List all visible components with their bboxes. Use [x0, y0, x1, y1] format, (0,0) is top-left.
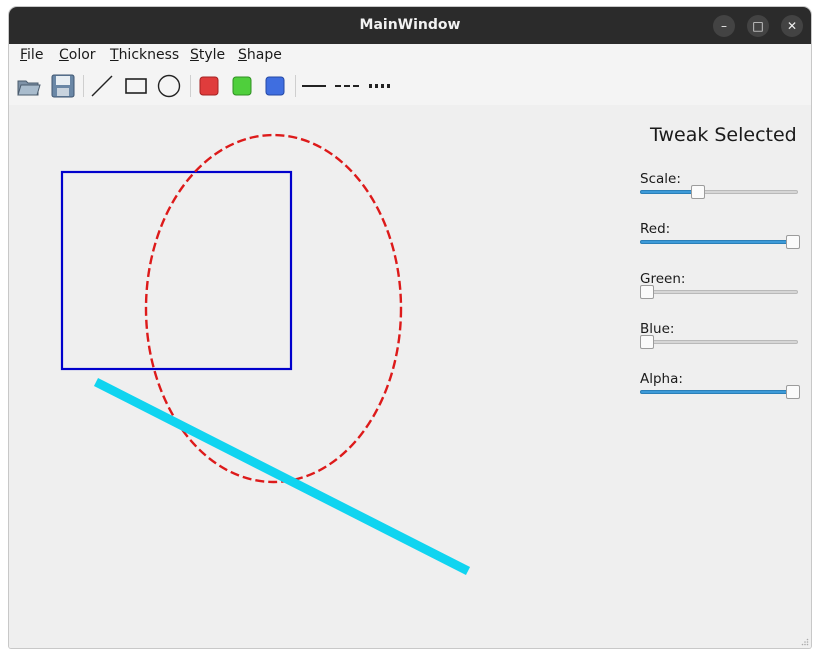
toolbar-separator — [83, 75, 84, 97]
rectangle-shape[interactable] — [60, 170, 293, 371]
rectangle-tool-icon[interactable] — [123, 73, 149, 99]
menu-shape[interactable]: Shape — [238, 47, 282, 63]
open-folder-icon[interactable] — [16, 73, 42, 99]
green-slider[interactable] — [640, 285, 798, 299]
ellipse-tool-icon[interactable] — [156, 73, 182, 99]
slider-track — [640, 290, 798, 294]
line-tool-icon[interactable] — [89, 73, 115, 99]
main-window: MainWindow – □ ✕ File Color Thickness St… — [9, 7, 811, 648]
dotted-line-style-icon[interactable] — [367, 73, 393, 99]
slider-handle[interactable] — [786, 385, 800, 399]
menu-bar: File Color Thickness Style Shape — [9, 44, 811, 67]
blue-color-icon[interactable] — [262, 73, 288, 99]
slider-handle[interactable] — [691, 185, 706, 199]
menu-file[interactable]: File — [20, 47, 43, 63]
line-shape[interactable] — [93, 377, 471, 576]
alpha-slider[interactable] — [640, 385, 800, 399]
window-title: MainWindow — [359, 17, 461, 33]
minimize-icon[interactable]: – — [713, 15, 735, 37]
tool-bar — [9, 67, 811, 106]
save-icon[interactable] — [50, 73, 76, 99]
green-color-icon[interactable] — [229, 73, 255, 99]
red-color-icon[interactable] — [196, 73, 222, 99]
scale-slider[interactable] — [640, 185, 798, 199]
slider-track — [640, 340, 798, 344]
red-slider[interactable] — [640, 235, 800, 249]
slider-handle[interactable] — [640, 335, 654, 349]
toolbar-separator — [190, 75, 191, 97]
slider-fill — [640, 390, 792, 394]
slider-handle[interactable] — [640, 285, 654, 299]
slider-fill — [640, 240, 792, 244]
resize-grip-icon[interactable] — [801, 638, 809, 646]
slider-fill — [640, 190, 698, 194]
menu-thickness[interactable]: Thickness — [110, 47, 179, 63]
close-icon[interactable]: ✕ — [781, 15, 803, 37]
toolbar-separator — [295, 75, 296, 97]
menu-color[interactable]: Color — [59, 47, 96, 63]
title-bar[interactable]: MainWindow – □ ✕ — [9, 7, 811, 44]
slider-handle[interactable] — [786, 235, 800, 249]
menu-style[interactable]: Style — [190, 47, 225, 63]
drawing-canvas[interactable]: Tweak Selected Scale: Red: Green: Blue: … — [9, 105, 811, 648]
maximize-icon[interactable]: □ — [747, 15, 769, 37]
dashed-line-style-icon[interactable] — [334, 73, 360, 99]
blue-slider[interactable] — [640, 335, 798, 349]
solid-line-style-icon[interactable] — [301, 73, 327, 99]
panel-title: Tweak Selected — [650, 124, 797, 146]
